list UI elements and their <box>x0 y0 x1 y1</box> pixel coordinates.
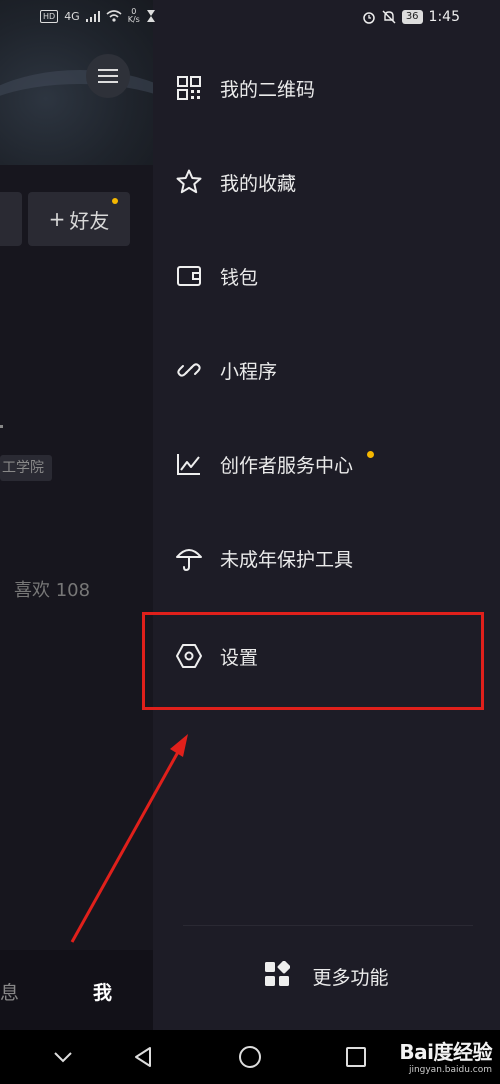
more-features-label: 更多功能 <box>312 966 389 989</box>
mute-bell-icon <box>382 10 396 24</box>
back-button[interactable] <box>128 1042 158 1072</box>
menu-label-wallet: 钱包 <box>220 266 259 289</box>
menu-item-mini-programs[interactable]: 小程序 <box>153 325 500 415</box>
menu-item-qr-code[interactable]: 我的二维码 <box>153 43 500 133</box>
menu-item-minor-protection[interactable]: 未成年保护工具 <box>153 513 500 603</box>
home-button[interactable] <box>235 1042 265 1072</box>
annotation-highlight-box <box>142 612 484 710</box>
plus-icon: + <box>48 207 66 231</box>
link-icon <box>175 356 203 384</box>
hamburger-menu-button[interactable] <box>86 54 130 98</box>
wallet-icon <box>175 262 203 290</box>
menu-item-favorites[interactable]: 我的收藏 <box>153 137 500 227</box>
creator-center-badge <box>367 451 374 458</box>
notification-dot <box>112 198 118 204</box>
grid-apps-icon <box>264 960 291 991</box>
clock: 1:45 <box>428 9 460 25</box>
qr-code-icon <box>175 74 203 102</box>
menu-label-creator-center: 创作者服务中心 <box>220 454 354 477</box>
menu-item-creator-center[interactable]: 创作者服务中心 <box>153 419 500 509</box>
wifi-icon <box>106 10 122 22</box>
side-drawer: 我的二维码 我的收藏 钱包 小程序 创作者服务中心 未成年保护工具 设置 更多功… <box>153 0 500 1030</box>
menu-item-wallet[interactable]: 钱包 <box>153 231 500 321</box>
chevron-down-icon <box>54 1052 72 1063</box>
status-bar: HD 4G 0 K/s 36 1:45 <box>0 0 500 38</box>
recents-button[interactable] <box>341 1042 371 1072</box>
watermark-sub: jingyan.baidu.com <box>408 1065 492 1075</box>
hd-indicator: HD <box>40 9 59 23</box>
watermark-main: Bai度经验 <box>399 1040 492 1064</box>
network-type: 4G <box>64 9 80 23</box>
signal-icon <box>85 10 100 22</box>
text-fragment <box>0 425 3 428</box>
profile-page-behind: + 好友 工学院 喜欢 108 息 我 <box>0 0 153 1084</box>
status-left: HD 4G 0 K/s <box>40 8 156 24</box>
menu-label-qr-code: 我的二维码 <box>220 78 316 101</box>
collapse-button[interactable] <box>48 1042 78 1072</box>
baidu-jingyan-watermark: Bai度经验 jingyan.baidu.com <box>399 1036 492 1075</box>
add-friend-button[interactable]: + 好友 <box>28 192 130 246</box>
likes-count[interactable]: 喜欢 108 <box>14 576 90 602</box>
battery-level: 36 <box>401 10 423 24</box>
status-right: 36 1:45 <box>362 9 460 25</box>
alarm-icon <box>363 12 375 24</box>
add-friend-label: 好友 <box>69 208 110 233</box>
hourglass-icon <box>146 10 155 22</box>
edit-profile-button-partial[interactable] <box>0 192 22 246</box>
recents-square-icon <box>346 1047 366 1067</box>
menu-label-mini-programs: 小程序 <box>220 360 278 383</box>
nav-me-tab[interactable]: 我 <box>93 978 112 1005</box>
net-speed: 0 K/s <box>128 8 140 24</box>
star-icon <box>175 168 203 196</box>
menu-label-favorites: 我的收藏 <box>220 172 297 195</box>
more-features-button[interactable]: 更多功能 <box>153 940 500 1012</box>
nav-messages-tab[interactable]: 息 <box>0 978 19 1005</box>
bottom-nav: 息 我 <box>0 950 153 1030</box>
umbrella-icon <box>175 544 203 572</box>
chart-icon <box>175 450 203 478</box>
back-triangle-icon <box>135 1047 151 1067</box>
school-tag: 工学院 <box>0 455 52 481</box>
menu-label-minor-protection: 未成年保护工具 <box>220 548 354 571</box>
system-nav-bar: Bai度经验 jingyan.baidu.com <box>0 1030 500 1084</box>
net-speed-unit: K/s <box>127 15 140 24</box>
home-circle-icon <box>239 1046 261 1068</box>
banner-decoration <box>0 70 153 190</box>
hamburger-icon <box>98 69 118 83</box>
drawer-divider <box>183 925 473 926</box>
